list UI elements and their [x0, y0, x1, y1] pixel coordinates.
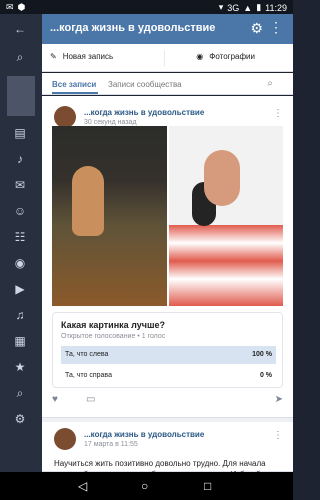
search-rail-icon[interactable]: ⌕	[10, 384, 30, 402]
post-card: ...когда жизнь в удовольствие 30 секунд …	[42, 96, 293, 418]
feed: ...когда жизнь в удовольствие 30 секунд …	[42, 96, 293, 479]
status-bar: ✉ ⬢ ▾ 3G ▲ ▮ 11:29	[0, 0, 293, 14]
avatar[interactable]	[54, 428, 76, 450]
share-icon[interactable]: ➤	[275, 394, 283, 405]
profile-avatar[interactable]	[7, 76, 35, 116]
avatar[interactable]	[54, 106, 76, 128]
right-photo[interactable]	[168, 126, 283, 306]
back-icon[interactable]: ←	[10, 20, 30, 38]
post-card: ...когда жизнь в удовольствие 17 марта в…	[42, 422, 293, 479]
new-post-button[interactable]: ✎ Новая запись	[50, 52, 113, 61]
notification-icon: ✉	[6, 2, 14, 12]
tabs: Все записи Записи сообщества ⌕	[42, 73, 293, 95]
favorites-icon[interactable]: ★	[10, 358, 30, 376]
left-photo[interactable]	[52, 126, 167, 306]
videos-icon[interactable]: ▶	[10, 280, 30, 298]
settings-icon[interactable]: ⚙	[10, 410, 30, 428]
camera-icon: ◉	[196, 52, 204, 61]
poll-option-left[interactable]: Та, что слева 100 %	[61, 346, 276, 364]
app-bar: ...когда жизнь в удовольствие ⚙ ⋮	[42, 14, 293, 44]
search-icon[interactable]: ⌕	[10, 48, 30, 66]
nav-recent-icon[interactable]: □	[204, 479, 211, 493]
edit-icon: ✎	[50, 52, 57, 61]
post-time: 30 секунд назад	[84, 119, 137, 126]
active-tab-indicator	[52, 92, 98, 94]
more-options-icon[interactable]: ⋮	[269, 19, 283, 36]
poll-question: Какая картинка лучше?	[61, 320, 165, 330]
post-actions: ♥ ▭ ➤	[52, 394, 283, 410]
poll: Какая картинка лучше? Открытое голосован…	[52, 312, 283, 388]
poll-meta: Открытое голосование • 1 голос	[61, 333, 166, 340]
poll-option-percent: 0 %	[259, 372, 272, 379]
like-icon[interactable]: ♥	[52, 394, 58, 405]
groups-icon[interactable]: ☷	[10, 228, 30, 246]
photos-button[interactable]: ◉ Фотографии	[196, 52, 255, 61]
games-icon[interactable]: ▦	[10, 332, 30, 350]
tab-community-posts[interactable]: Записи сообщества	[108, 80, 182, 89]
divider	[164, 50, 165, 66]
poll-option-percent: 100 %	[252, 351, 272, 358]
post-menu-icon[interactable]: ⋮	[273, 430, 283, 441]
wifi-icon: ▾	[218, 2, 224, 12]
signal-icon: ▲	[243, 2, 253, 13]
new-post-label: Новая запись	[62, 52, 114, 61]
photos-icon[interactable]: ◉	[10, 254, 30, 272]
poll-option-text: Та, что справа	[65, 372, 112, 379]
clock: 11:29	[265, 2, 287, 13]
poll-option-right[interactable]: Та, что справа 0 %	[61, 367, 276, 385]
tab-all-posts[interactable]: Все записи	[52, 80, 96, 89]
music-icon[interactable]: ♫	[10, 306, 30, 324]
messages-icon[interactable]: ✉	[10, 176, 30, 194]
page-title: ...когда жизнь в удовольствие	[50, 22, 216, 34]
left-rail: ← ⌕ ▤ ♪ ✉ ☺ ☷ ◉ ▶ ♫ ▦ ★ ⌕ ⚙	[0, 14, 42, 472]
android-icon: ⬢	[17, 2, 26, 12]
nav-home-icon[interactable]: ○	[141, 479, 148, 493]
battery-icon: ▮	[256, 2, 262, 12]
friends-icon[interactable]: ☺	[10, 202, 30, 220]
nav-back-icon[interactable]: ◁	[78, 479, 87, 493]
android-nav-bar: ◁ ○ □	[0, 472, 293, 500]
news-icon[interactable]: ▤	[10, 124, 30, 142]
post-author[interactable]: ...когда жизнь в удовольствие	[84, 430, 204, 439]
photos-label: Фотографии	[209, 52, 255, 61]
comment-icon[interactable]: ▭	[86, 394, 95, 405]
post-menu-icon[interactable]: ⋮	[273, 108, 283, 119]
post-photos	[52, 126, 283, 306]
settings-gear-icon[interactable]: ⚙	[250, 20, 263, 37]
network-type: 3G	[227, 2, 240, 13]
notifications-icon[interactable]: ♪	[10, 150, 30, 168]
quick-actions: ✎ Новая запись ◉ Фотографии	[42, 44, 293, 72]
search-icon[interactable]: ⌕	[267, 78, 273, 89]
post-time: 17 марта в 11:55	[84, 441, 138, 448]
post-author[interactable]: ...когда жизнь в удовольствие	[84, 108, 204, 117]
poll-option-text: Та, что слева	[65, 351, 109, 358]
